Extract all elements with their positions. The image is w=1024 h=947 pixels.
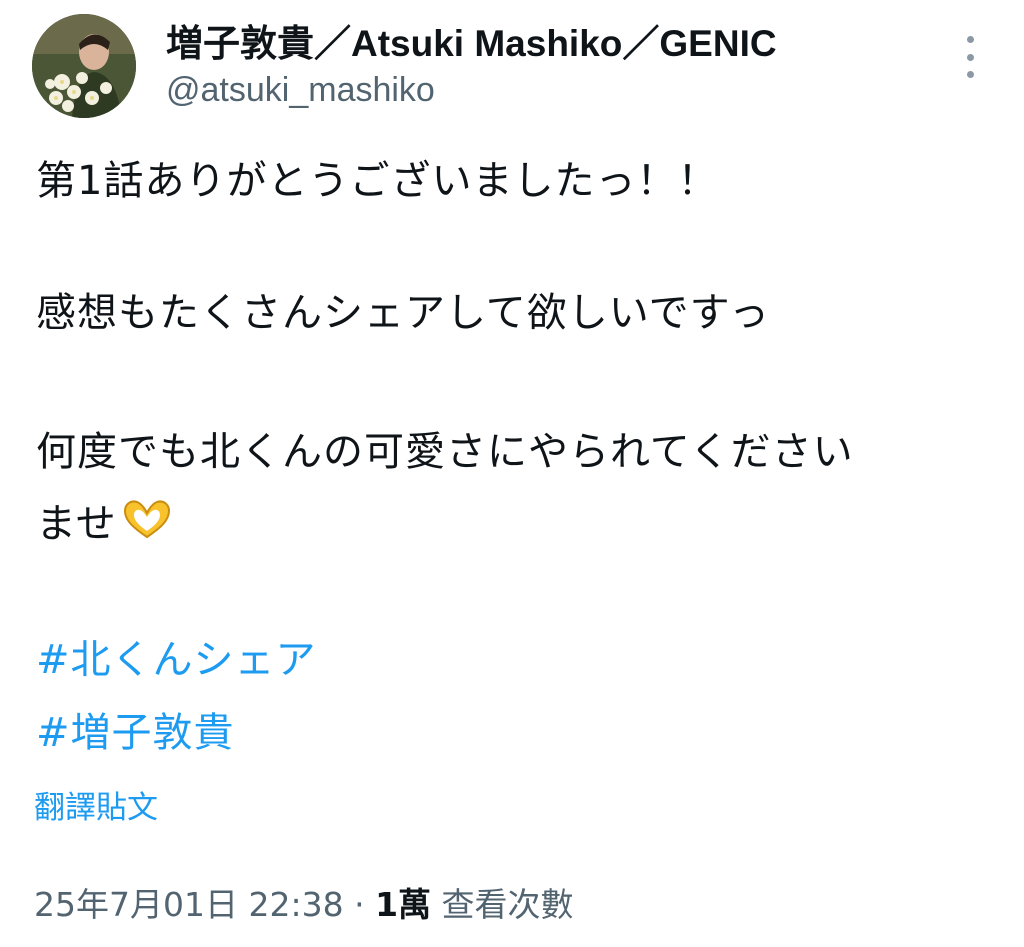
- avatar-photo: [32, 14, 136, 118]
- tweet-text-line: 第1話ありがとうございましたっ！！: [36, 158, 719, 204]
- translate-post-link[interactable]: 翻譯貼文: [34, 789, 158, 827]
- avatar[interactable]: [32, 14, 136, 118]
- heart-hands-emoji: [121, 497, 173, 541]
- tweet-text-line: 感想もたくさんシェアして欲しいですっ: [36, 290, 770, 336]
- dot: [966, 53, 974, 61]
- tweet-header: 増子敦貴／Atsuki Mashiko／GENIC @atsuki_mashik…: [0, 0, 1024, 130]
- hashtag-link[interactable]: #増子敦貴: [36, 709, 235, 757]
- dot: [966, 36, 974, 43]
- timestamp[interactable]: 25年7月01日 22:38: [34, 885, 344, 924]
- views-label: 查看次數: [431, 885, 574, 924]
- tweet-text-fragment: ませ: [36, 501, 117, 547]
- separator: ·: [343, 885, 376, 924]
- dot: [966, 71, 974, 78]
- views-count: 1萬: [375, 885, 432, 924]
- tweet-meta: 25年7月01日 22:38 · 1萬 查看次數: [34, 884, 574, 926]
- hashtag-link[interactable]: #北くんシェア: [36, 636, 317, 684]
- tweet-text-line: 何度でも北くんの可愛さにやられてください: [36, 429, 854, 475]
- author-handle[interactable]: @atsuki_mashiko: [166, 70, 435, 110]
- more-vertical-icon[interactable]: [952, 36, 988, 78]
- tweet-text-line-last: ませ: [36, 497, 173, 548]
- author-display-name[interactable]: 増子敦貴／Atsuki Mashiko／GENIC: [166, 22, 777, 66]
